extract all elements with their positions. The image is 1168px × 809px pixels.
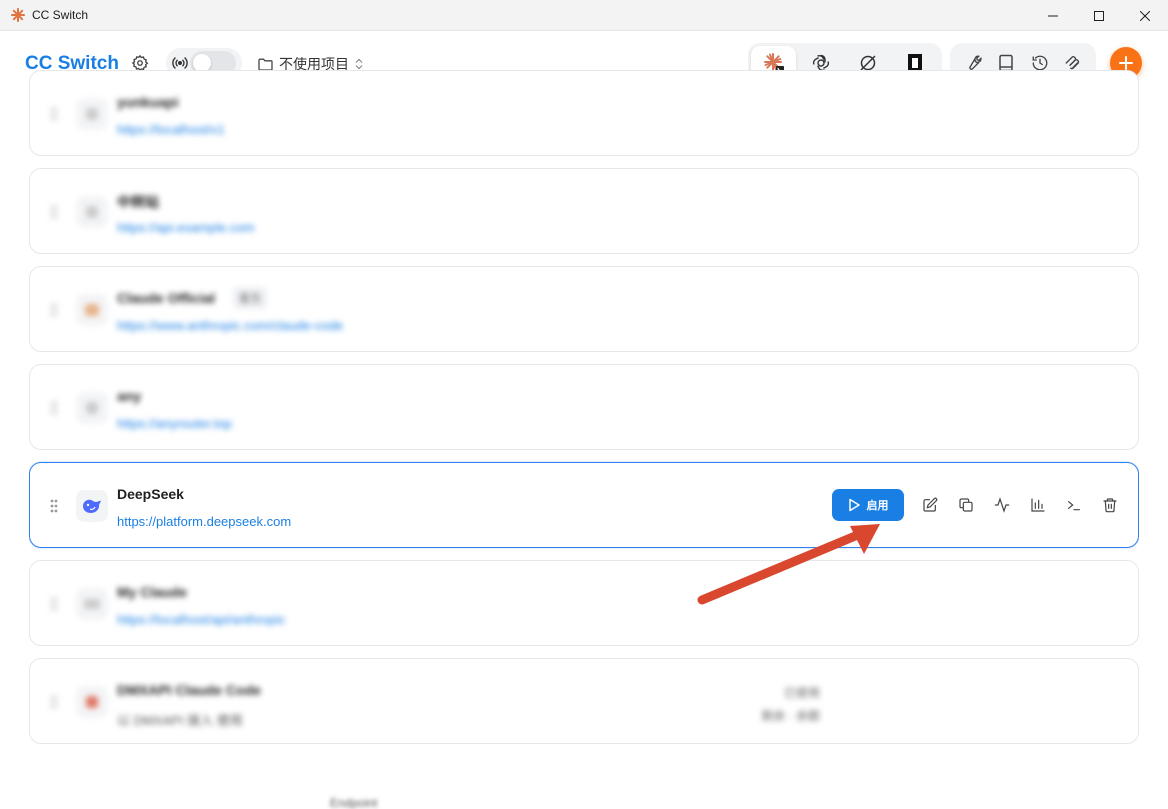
cc-switch-logo-icon — [10, 7, 26, 23]
close-button[interactable] — [1122, 0, 1168, 31]
provider-logo — [76, 588, 108, 620]
provider-actions: 启用 — [832, 489, 1128, 521]
official-badge: 官方 — [233, 287, 267, 309]
provider-name: DeepSeek — [117, 486, 184, 502]
provider-url[interactable]: https://anyrouter.top — [117, 416, 232, 431]
provider-url[interactable]: https://platform.deepseek.com — [117, 514, 291, 529]
maximize-button[interactable] — [1076, 0, 1122, 31]
duplicate-icon — [959, 498, 973, 512]
drag-handle-icon[interactable] — [49, 302, 59, 318]
balance-meta: 剩余 · 余额 — [761, 709, 820, 723]
provider-logo — [76, 196, 108, 228]
usage-stats-button[interactable] — [1020, 489, 1056, 521]
provider-name: Claude Official — [117, 290, 216, 306]
chevron-up-down-icon — [355, 58, 363, 70]
usage-meta: 已使用 — [783, 686, 820, 700]
provider-url: 以 DMXAPI 接入 使用 — [117, 713, 243, 728]
provider-name: any — [117, 388, 142, 404]
enable-label: 启用 — [866, 500, 889, 512]
minimize-icon — [1048, 15, 1058, 16]
folder-icon — [258, 58, 273, 71]
close-icon — [1140, 10, 1150, 21]
provider-card[interactable]: 中转站 https://api.example.com — [29, 168, 1139, 254]
open-terminal-button[interactable] — [1056, 489, 1092, 521]
provider-url[interactable]: https://api.example.com — [117, 220, 254, 235]
provider-name: DMXAPI Claude Code — [117, 682, 261, 698]
provider-logo — [76, 392, 108, 424]
duplicate-provider-button[interactable] — [948, 489, 984, 521]
drag-handle-icon[interactable] — [49, 106, 59, 122]
proxy-signal-icon — [172, 55, 188, 71]
maximize-icon — [1094, 10, 1104, 21]
provider-url[interactable]: https://localhost/v1 — [117, 122, 225, 137]
delete-provider-button[interactable] — [1092, 489, 1128, 521]
provider-url[interactable]: https://localhost/api/anthropic — [117, 612, 285, 627]
drag-handle-icon[interactable] — [49, 498, 59, 514]
provider-card-deepseek[interactable]: DeepSeek https://platform.deepseek.com 启… — [29, 462, 1139, 548]
provider-url[interactable]: https://www.anthropic.com/claude-code — [117, 318, 343, 333]
edit-icon — [923, 497, 938, 512]
provider-name: 中转站 — [117, 194, 159, 210]
provider-card[interactable]: DMXAPI Claude Code 以 DMXAPI 接入 使用 已使用 剩余… — [29, 658, 1139, 744]
drag-handle-icon[interactable] — [49, 596, 59, 612]
drag-handle-icon[interactable] — [49, 400, 59, 416]
terminal-icon — [1068, 501, 1080, 511]
provider-card[interactable]: My Claude https://localhost/api/anthropi… — [29, 560, 1139, 646]
footer-peek-text: Endpoint — [330, 796, 378, 809]
window-controls — [1030, 0, 1168, 31]
provider-card[interactable]: any https://anyrouter.top — [29, 364, 1139, 450]
provider-name: yunkuapi — [117, 94, 179, 110]
provider-card[interactable]: yunkuapi https://localhost/v1 — [29, 70, 1139, 156]
window-titlebar: CC Switch — [0, 0, 1168, 31]
plus-icon — [1119, 56, 1133, 70]
enable-provider-button[interactable]: 启用 — [832, 489, 904, 521]
speed-test-button[interactable] — [984, 489, 1020, 521]
provider-name: My Claude — [117, 584, 188, 600]
minimize-button[interactable] — [1030, 0, 1076, 31]
speed-test-icon — [994, 497, 1010, 513]
play-icon — [848, 498, 860, 512]
provider-card[interactable]: Claude Official 官方 https://www.anthropic… — [29, 266, 1139, 352]
provider-logo — [76, 686, 108, 718]
provider-logo — [76, 98, 108, 130]
provider-list: yunkuapi https://localhost/v1 中转站 https:… — [29, 70, 1139, 809]
window-title: CC Switch — [32, 8, 89, 22]
usage-chart-icon — [1031, 498, 1045, 512]
drag-handle-icon[interactable] — [49, 204, 59, 220]
drag-handle-icon[interactable] — [49, 694, 59, 710]
delete-icon — [1103, 498, 1117, 513]
deepseek-logo-icon — [76, 490, 108, 522]
edit-provider-button[interactable] — [912, 489, 948, 521]
provider-logo — [76, 294, 108, 326]
